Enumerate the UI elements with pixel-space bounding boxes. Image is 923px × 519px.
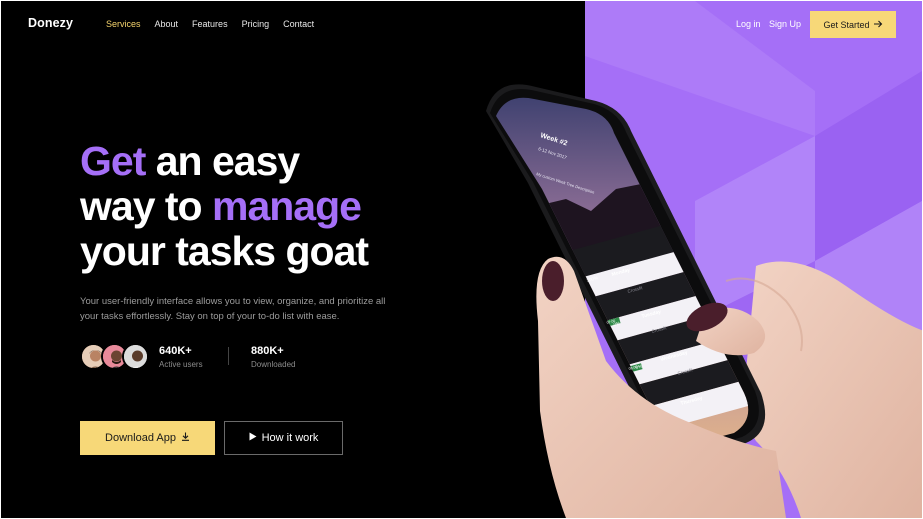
get-started-label: Get Started [823, 19, 870, 30]
stat-value: 880K+ [251, 345, 284, 357]
hero-headline: Get an easy way to manage your tasks goa… [80, 138, 369, 274]
nav-item-services[interactable]: Services [106, 19, 141, 29]
download-app-label: Download App [105, 432, 176, 444]
download-icon [181, 432, 190, 444]
stat-label: Active users [159, 360, 203, 369]
nav-item-about[interactable]: About [155, 19, 179, 29]
download-app-button[interactable]: Download App [80, 421, 215, 455]
user-avatars [80, 343, 152, 371]
headline-line1: an easy [145, 138, 300, 184]
page-frame: Donezy Services About Features Pricing C… [1, 1, 922, 518]
avatar [122, 343, 149, 370]
signup-link[interactable]: Sign Up [769, 19, 801, 29]
arrow-right-icon [873, 20, 883, 30]
headline-accent-get: Get [80, 138, 146, 184]
headline-line2-start: way to [80, 183, 212, 229]
main-nav: Services About Features Pricing Contact [106, 19, 328, 29]
stat-label: Downloaded [251, 360, 296, 369]
phone-in-hand-image: Week #2 6-12 Nov 2017 My custom Week Tre… [486, 84, 922, 518]
headline-accent-manage: manage [211, 183, 362, 229]
get-started-button[interactable]: Get Started [810, 11, 896, 38]
stats-divider [228, 347, 229, 365]
nav-item-features[interactable]: Features [192, 19, 228, 29]
stat-downloads: 880K+ Downloaded [251, 345, 295, 369]
stat-value: 640K+ [159, 345, 192, 357]
how-it-works-label: How it work [261, 432, 319, 444]
how-it-works-button[interactable]: How it work [224, 421, 343, 455]
stat-active-users: 640K+ Active users [159, 345, 203, 369]
login-link[interactable]: Log in [736, 19, 761, 29]
hero-description: Your user-friendly interface allows you … [80, 296, 386, 322]
nav-item-pricing[interactable]: Pricing [242, 19, 270, 29]
play-icon [249, 432, 257, 444]
brand-logo[interactable]: Donezy [28, 16, 73, 30]
nav-item-contact[interactable]: Contact [283, 19, 314, 29]
headline-line3: your tasks goat [80, 228, 369, 274]
